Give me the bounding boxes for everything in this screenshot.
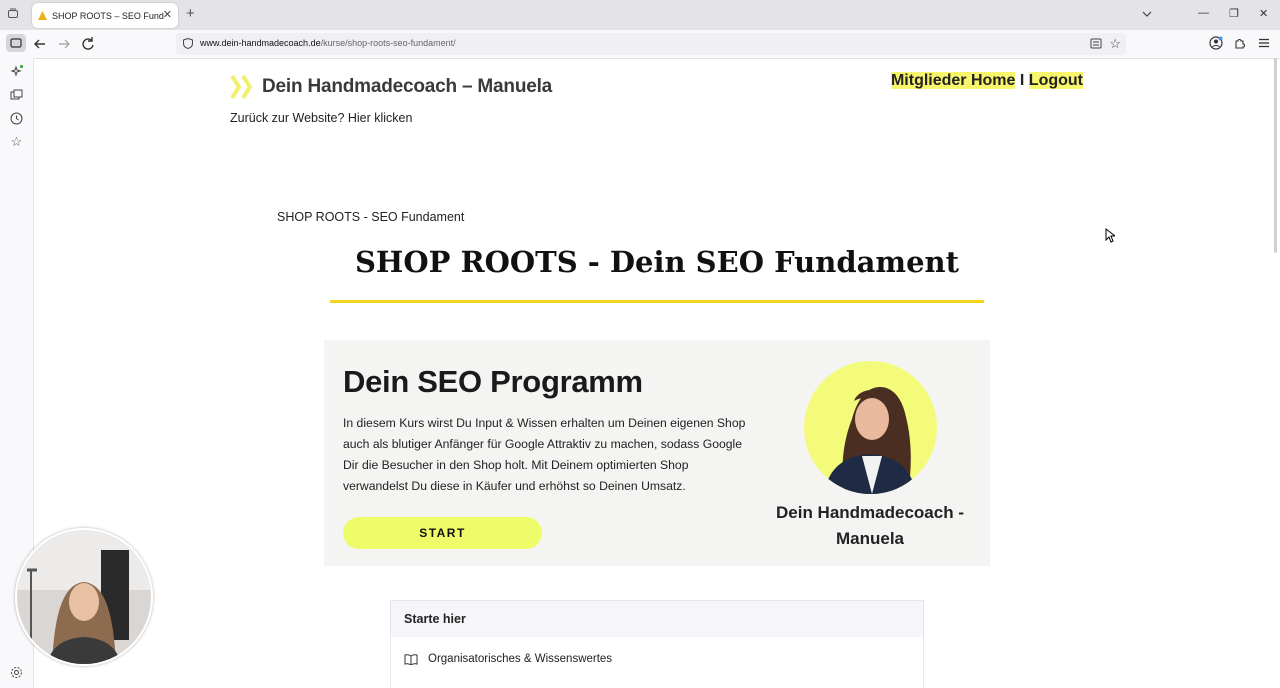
back-to-website-link[interactable]: Zurück zur Website? Hier klicken [230, 111, 412, 125]
author-name: Dein Handmadecoach - Manuela [776, 503, 964, 548]
author-avatar [804, 361, 937, 494]
history-clock-icon[interactable] [10, 112, 23, 125]
lesson-item-label: Organisatorisches & Wissenswertes [428, 653, 613, 665]
sidebar-toggle-button[interactable] [6, 34, 26, 52]
webcam-overlay [15, 528, 153, 666]
tab-list-icon[interactable] [8, 8, 18, 18]
restore-button[interactable]: ❐ [1229, 7, 1239, 20]
bookmark-star-icon[interactable]: ☆ [1109, 36, 1121, 52]
logo-chevron-icon[interactable] [230, 74, 256, 100]
breadcrumb: SHOP ROOTS - SEO Fundament [277, 210, 465, 224]
card-description: In diesem Kurs wirst Du Input & Wissen e… [343, 416, 746, 493]
author-portrait-icon [824, 387, 916, 494]
extensions-icon[interactable] [1233, 36, 1247, 50]
browser-tab[interactable]: SHOP ROOTS – SEO Fundament ✕ [32, 3, 178, 28]
new-tab-button[interactable]: + [186, 5, 195, 22]
minimize-button[interactable]: — [1198, 7, 1209, 19]
page-scrollbar[interactable] [1272, 58, 1280, 258]
nav-separator: I [1019, 72, 1025, 89]
navigation-toolbar: www.dein-handmadecoach.de/kurse/shop-roo… [0, 30, 1280, 59]
web-page: Dein Handmadecoach – Manuela Zurück zur … [34, 59, 1272, 688]
menu-icon[interactable] [1257, 36, 1271, 50]
site-title[interactable]: Dein Handmadecoach – Manuela [262, 76, 552, 98]
shield-icon[interactable] [183, 38, 193, 49]
favicon-icon [38, 11, 47, 20]
synced-tabs-icon[interactable] [10, 89, 23, 102]
reload-icon[interactable] [79, 35, 97, 53]
member-navigation: Mitglieder Home I Logout [890, 72, 1083, 90]
settings-gear-icon[interactable] [10, 666, 23, 679]
tab-title: SHOP ROOTS – SEO Fundament [52, 10, 164, 21]
bookmarks-star-icon[interactable]: ☆ [10, 135, 23, 148]
page-title: SHOP ROOTS - Dein SEO Fundament [354, 245, 959, 279]
close-tab-icon[interactable]: ✕ [163, 8, 172, 21]
back-arrow-icon[interactable] [31, 35, 49, 53]
forward-arrow-icon[interactable] [55, 35, 73, 53]
ai-sparkle-icon[interactable] [10, 65, 23, 78]
lesson-item[interactable]: Organisatorisches & Wissenswertes [404, 653, 612, 665]
start-button[interactable]: START [343, 517, 542, 549]
address-bar[interactable]: www.dein-handmadecoach.de/kurse/shop-roo… [176, 33, 1126, 55]
account-icon[interactable] [1209, 36, 1223, 50]
url-text[interactable]: www.dein-handmadecoach.de/kurse/shop-roo… [200, 38, 456, 48]
members-home-link[interactable]: Mitglieder Home [890, 72, 1016, 89]
logout-link[interactable]: Logout [1028, 72, 1083, 89]
title-underline [330, 300, 984, 303]
presenter-video-icon [17, 530, 151, 664]
card-title: Dein SEO Programm [343, 364, 643, 399]
book-icon [404, 653, 418, 665]
sidebar-icon [10, 38, 22, 48]
scroll-thumb[interactable] [1274, 58, 1277, 253]
chevron-down-icon[interactable] [1142, 10, 1152, 18]
tab-bar: SHOP ROOTS – SEO Fundament ✕ + — ❐ ✕ [0, 0, 1280, 30]
lesson-section: Starte hier Organisatorisches & Wissensw… [390, 600, 924, 688]
reader-view-icon[interactable] [1090, 38, 1102, 50]
close-window-button[interactable]: ✕ [1259, 7, 1268, 20]
mouse-cursor-icon [1105, 228, 1115, 243]
course-intro-card: Dein SEO Programm In diesem Kurs wirst D… [324, 340, 990, 566]
lesson-section-title[interactable]: Starte hier [391, 601, 923, 637]
